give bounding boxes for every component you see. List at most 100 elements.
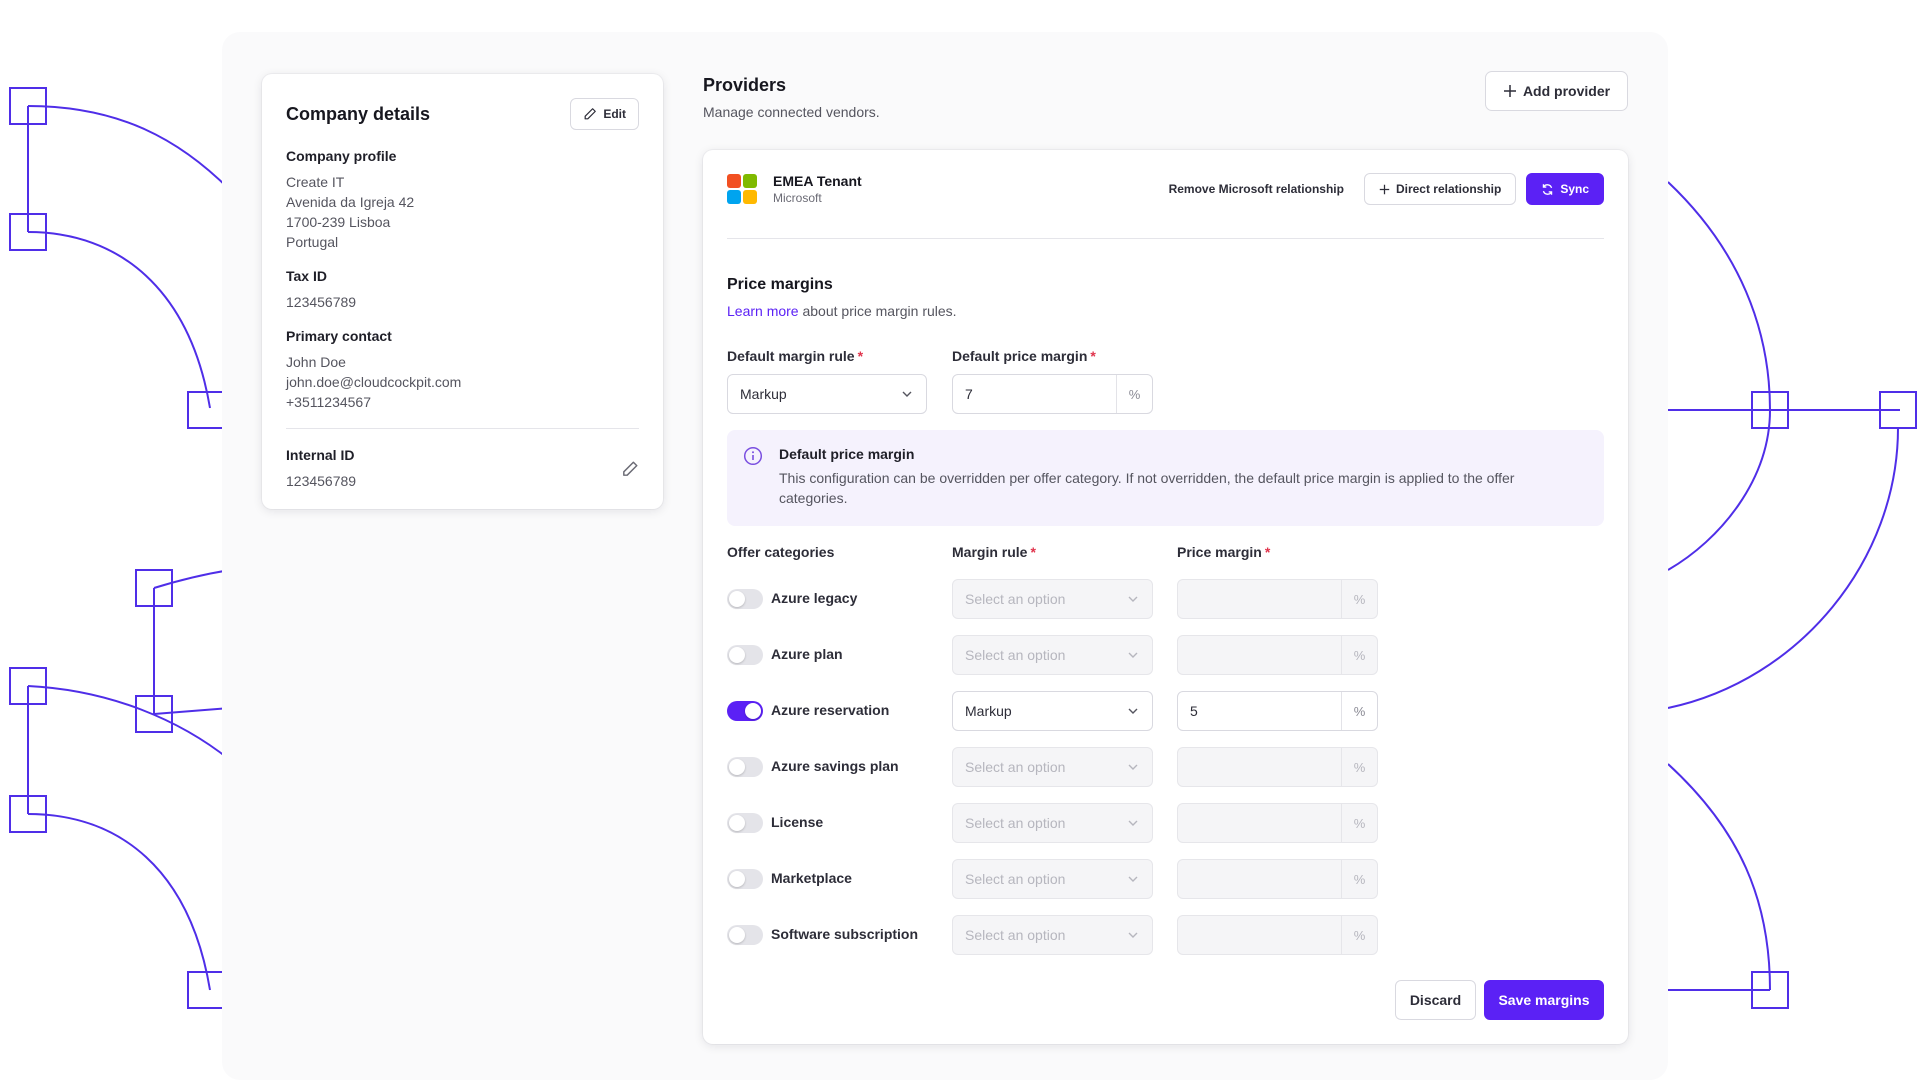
tenant-vendor: Microsoft: [773, 191, 822, 205]
chevron-down-icon: [1128, 820, 1138, 826]
margin-rule-select[interactable]: Select an option: [952, 635, 1153, 675]
pencil-icon: [584, 108, 597, 120]
percent-unit: %: [1116, 375, 1152, 413]
percent-unit: %: [1341, 580, 1377, 618]
sync-label: Sync: [1560, 182, 1589, 196]
margin-rule-select[interactable]: Select an option: [952, 859, 1153, 899]
margin-rule-select[interactable]: Select an option: [952, 579, 1153, 619]
toggle-knob: [745, 703, 761, 719]
edit-company-button[interactable]: Edit: [570, 98, 639, 130]
price-margin-input[interactable]: %: [1177, 803, 1378, 843]
price-margin-value: [1178, 804, 1341, 842]
chevron-down-icon: [1128, 876, 1138, 882]
category-toggle[interactable]: [727, 645, 763, 665]
default-margin-rule-select[interactable]: Markup: [727, 374, 927, 414]
toggle-knob: [729, 759, 745, 775]
price-margin-value: [1178, 748, 1341, 786]
price-margin-input[interactable]: %: [1177, 635, 1378, 675]
add-provider-button[interactable]: Add provider: [1485, 71, 1628, 111]
category-toggle[interactable]: [727, 869, 763, 889]
chevron-down-icon: [1128, 596, 1138, 602]
margin-rule-select[interactable]: Select an option: [952, 915, 1153, 955]
default-margin-info-box: Default price margin This configuration …: [727, 430, 1604, 526]
sync-button[interactable]: Sync: [1526, 173, 1604, 205]
margin-rule-value: Select an option: [965, 647, 1066, 663]
percent-unit: %: [1341, 804, 1377, 842]
direct-relationship-button[interactable]: Direct relationship: [1363, 173, 1517, 205]
provider-card: EMEA Tenant Microsoft Remove Microsoft r…: [703, 150, 1628, 1044]
profile-line: Avenida da Igreja 42: [286, 194, 415, 210]
default-price-margin-input[interactable]: 7 %: [952, 374, 1153, 414]
info-title: Default price margin: [779, 446, 915, 462]
toggle-knob: [729, 871, 745, 887]
price-margins-subtitle: Learn more about price margin rules.: [727, 303, 957, 319]
chevron-down-icon: [1128, 932, 1138, 938]
toggle-knob: [729, 815, 745, 831]
remove-relationship-link[interactable]: Remove Microsoft relationship: [1169, 182, 1344, 196]
profile-line: Portugal: [286, 234, 339, 250]
toggle-knob: [729, 927, 745, 943]
save-margins-button[interactable]: Save margins: [1484, 980, 1604, 1020]
category-label: Marketplace: [771, 870, 852, 886]
price-margin-input[interactable]: %: [1177, 859, 1378, 899]
price-margin-input[interactable]: %: [1177, 915, 1378, 955]
info-icon: [743, 446, 763, 466]
percent-unit: %: [1341, 916, 1377, 954]
profile-line: Create IT: [286, 174, 345, 190]
price-margins-title: Price margins: [727, 276, 833, 293]
margin-rule-value: Select an option: [965, 759, 1066, 775]
margin-rule-value: Select an option: [965, 927, 1066, 943]
offer-category-row: Azure reservation Markup 5%: [727, 691, 1427, 731]
profile-line: 1700-239 Lisboa: [286, 214, 391, 230]
direct-relationship-label: Direct relationship: [1395, 182, 1502, 196]
margin-rule-select[interactable]: Markup: [952, 691, 1153, 731]
internal-id-value: 123456789: [286, 473, 357, 489]
contact-line: John Doe: [286, 354, 346, 370]
discard-button[interactable]: Discard: [1395, 980, 1476, 1020]
chevron-down-icon: [902, 391, 912, 397]
offer-category-row: License Select an option%: [727, 803, 1427, 843]
price-margin-input[interactable]: 5%: [1177, 691, 1378, 731]
subtitle-rest: about price margin rules.: [798, 303, 957, 319]
providers-title: Providers: [703, 75, 787, 95]
category-label: Azure savings plan: [771, 758, 899, 774]
company-details-title: Company details: [286, 103, 431, 124]
microsoft-logo-icon: [727, 174, 757, 204]
default-margin-rule-value: Markup: [740, 386, 787, 402]
offer-category-row: Marketplace Select an option%: [727, 859, 1427, 899]
percent-unit: %: [1341, 636, 1377, 674]
toggle-knob: [729, 591, 745, 607]
default-price-margin-label: Default price margin *: [952, 348, 1096, 364]
chevron-down-icon: [1128, 652, 1138, 658]
card-separator: [727, 238, 1604, 239]
offer-category-row: Software subscription Select an option%: [727, 915, 1427, 955]
contact-line: john.doe@cloudcockpit.com: [286, 374, 462, 390]
price-margin-value: [1178, 580, 1341, 618]
category-label: License: [771, 814, 824, 830]
percent-unit: %: [1341, 748, 1377, 786]
edit-internal-id-pencil-icon[interactable]: [621, 460, 639, 478]
edit-label: Edit: [603, 107, 626, 121]
offer-category-row: Azure savings plan Select an option%: [727, 747, 1427, 787]
category-toggle[interactable]: [727, 925, 763, 945]
info-text: This configuration can be overridden per…: [779, 470, 1515, 506]
category-toggle[interactable]: [727, 813, 763, 833]
category-toggle[interactable]: [727, 701, 763, 721]
card-divider: [286, 428, 639, 429]
price-margin-input[interactable]: %: [1177, 747, 1378, 787]
price-margin-value: [1178, 636, 1341, 674]
category-toggle[interactable]: [727, 757, 763, 777]
tenant-name: EMEA Tenant: [773, 173, 862, 189]
contact-line: +3511234567: [286, 394, 371, 410]
category-label: Azure reservation: [771, 702, 890, 718]
margin-rule-select[interactable]: Select an option: [952, 803, 1153, 843]
price-margin-value: [1178, 916, 1341, 954]
margin-rule-select[interactable]: Select an option: [952, 747, 1153, 787]
price-margin-input[interactable]: %: [1177, 579, 1378, 619]
price-margin-value: [1178, 860, 1341, 898]
offer-category-row: Azure legacy Select an option%: [727, 579, 1427, 619]
category-toggle[interactable]: [727, 589, 763, 609]
margin-rule-header: Margin rule *: [952, 544, 1036, 560]
margin-rule-value: Select an option: [965, 871, 1066, 887]
learn-more-link[interactable]: Learn more: [727, 303, 799, 319]
